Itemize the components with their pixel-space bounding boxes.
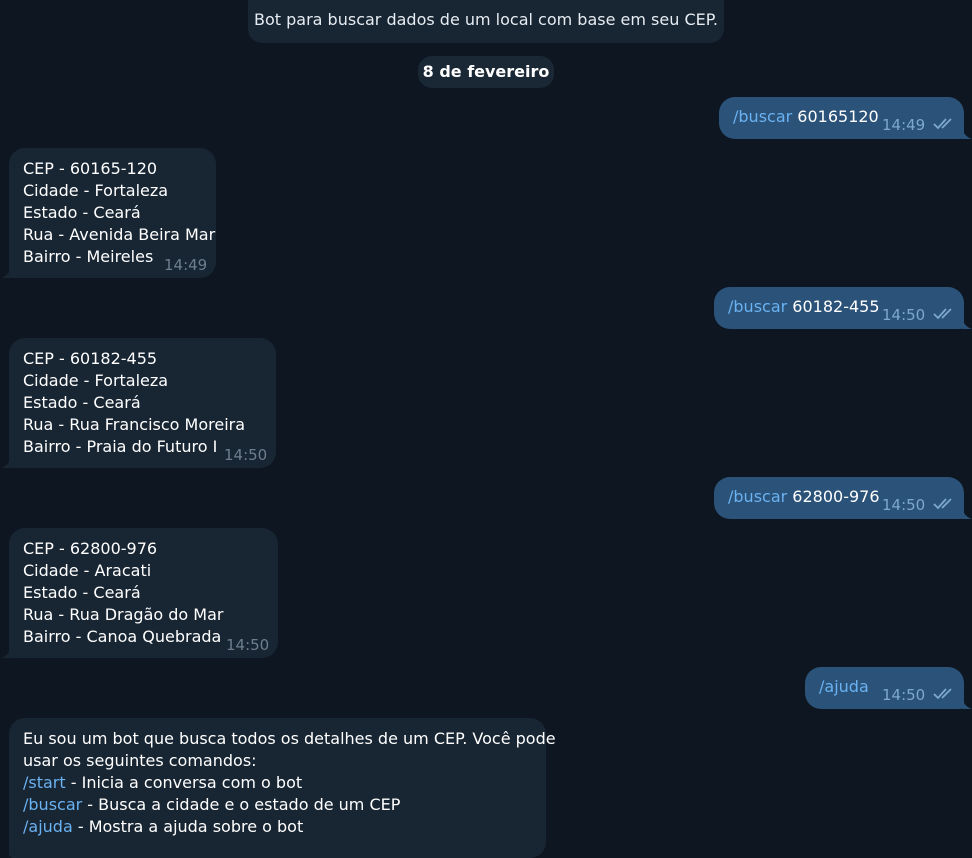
message-line: usar os seguintes comandos: xyxy=(23,751,257,770)
message-line: CEP - 60182-455 xyxy=(23,349,158,368)
bubble-tail xyxy=(962,319,972,329)
date-separator: 8 de fevereiro xyxy=(418,56,554,88)
command-link[interactable]: /buscar xyxy=(728,297,787,316)
message-line: CEP - 60165-120 xyxy=(23,159,158,178)
message-time: 14:50 xyxy=(224,446,268,464)
message-time: 14:49 xyxy=(164,256,208,274)
help-command-row: /buscar - Busca a cidade e o estado de u… xyxy=(23,794,546,816)
bubble-tail xyxy=(1,458,11,468)
command-link[interactable]: /buscar xyxy=(23,795,82,814)
bot-description-text: Bot para buscar dados de um local com ba… xyxy=(254,10,718,29)
command-link[interactable]: /ajuda xyxy=(23,817,73,836)
outgoing-message[interactable]: /ajuda 14:50 xyxy=(805,667,964,709)
message-line: CEP - 62800-976 xyxy=(23,539,158,558)
double-check-icon xyxy=(933,688,952,700)
command-argument: 60182-455 xyxy=(787,297,880,316)
outgoing-message[interactable]: /buscar 60182-455 14:50 xyxy=(714,287,964,329)
help-message: Eu sou um bot que busca todos os detalhe… xyxy=(9,718,556,858)
help-command-row: /ajuda - Mostra a ajuda sobre o bot xyxy=(23,816,546,838)
incoming-message: CEP - 62800-976 Cidade - Aracati Estado … xyxy=(9,528,278,658)
command-link[interactable]: /start xyxy=(23,773,66,792)
double-check-icon xyxy=(933,308,952,320)
message-line: Rua - Avenida Beira Mar xyxy=(23,225,216,244)
double-check-icon xyxy=(933,118,952,130)
command-description: - Busca a cidade e o estado de um CEP xyxy=(82,795,401,814)
bubble-tail xyxy=(962,509,972,519)
message-time: 14:50 xyxy=(882,306,926,324)
command-link[interactable]: /ajuda xyxy=(819,677,869,696)
message-line: Estado - Ceará xyxy=(23,203,141,222)
outgoing-message[interactable]: /buscar 62800-976 14:50 xyxy=(714,477,964,519)
incoming-message: CEP - 60165-120 Cidade - Fortaleza Estad… xyxy=(9,148,216,278)
command-link[interactable]: /buscar xyxy=(733,107,792,126)
message-line: Rua - Rua Francisco Moreira xyxy=(23,415,246,434)
message-time: 14:49 xyxy=(882,116,926,134)
bot-description-bubble: Bot para buscar dados de um local com ba… xyxy=(248,0,724,43)
bubble-tail xyxy=(1,648,11,658)
message-line: Estado - Ceará xyxy=(23,583,141,602)
message-line: Eu sou um bot que busca todos os detalhe… xyxy=(23,729,556,748)
command-argument: 60165120 xyxy=(792,107,879,126)
message-time: 14:50 xyxy=(226,636,270,654)
message-line: Cidade - Aracati xyxy=(23,561,152,580)
bubble-tail xyxy=(1,268,11,278)
incoming-message: CEP - 60182-455 Cidade - Fortaleza Estad… xyxy=(9,338,276,468)
bubble-tail xyxy=(962,699,972,709)
message-time: 14:50 xyxy=(882,496,926,514)
message-line: Estado - Ceará xyxy=(23,393,141,412)
command-description: - Inicia a conversa com o bot xyxy=(65,773,303,792)
command-argument: 62800-976 xyxy=(787,487,880,506)
double-check-icon xyxy=(933,498,952,510)
outgoing-message[interactable]: /buscar 60165120 14:49 xyxy=(719,97,964,139)
message-line: Cidade - Fortaleza xyxy=(23,181,169,200)
message-line: Rua - Rua Dragão do Mar xyxy=(23,605,224,624)
command-link[interactable]: /buscar xyxy=(728,487,787,506)
message-time: 14:50 xyxy=(882,686,926,704)
message-line: Cidade - Fortaleza xyxy=(23,371,169,390)
bubble-tail xyxy=(962,129,972,139)
help-command-row: /start - Inicia a conversa com o bot xyxy=(23,772,546,794)
command-description: - Mostra a ajuda sobre o bot xyxy=(72,817,304,836)
